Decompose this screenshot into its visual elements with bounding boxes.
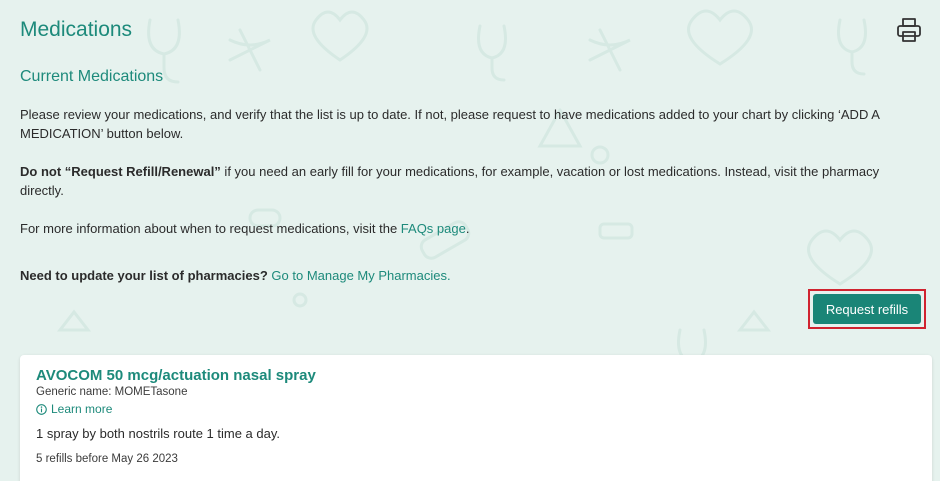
section-title: Current Medications bbox=[20, 68, 164, 85]
dosage-instructions: 1 spray by both nostrils route 1 time a … bbox=[36, 426, 280, 441]
page-title: Medications bbox=[20, 18, 133, 41]
medications-page: Medications Current Medications Please r… bbox=[0, 0, 940, 481]
more-info-suffix: . bbox=[465, 221, 470, 236]
generic-name: Generic name: MOMETasone bbox=[36, 386, 188, 398]
manage-pharmacies-link[interactable]: Go to Manage My Pharmacies. bbox=[271, 268, 450, 283]
medication-card: AVOCOM 50 mcg/actuation nasal spray Gene… bbox=[20, 355, 932, 481]
refills-remaining: 5 refills before May 26 2023 bbox=[36, 453, 178, 465]
request-refills-button[interactable]: Request refills bbox=[813, 294, 921, 324]
info-icon bbox=[36, 403, 47, 415]
printer-icon[interactable] bbox=[895, 16, 923, 44]
medication-name[interactable]: AVOCOM 50 mcg/actuation nasal spray bbox=[36, 367, 316, 384]
learn-more-link[interactable]: Learn more bbox=[36, 402, 112, 416]
review-instructions: Please review your medications, and veri… bbox=[20, 107, 880, 141]
learn-more-label: Learn more bbox=[51, 402, 113, 416]
more-info-text: For more information about when to reque… bbox=[20, 219, 925, 238]
refill-warning: Do not “Request Refill/Renewal” if you n… bbox=[20, 162, 925, 200]
refill-warning-bold: Do not “Request Refill/Renewal” bbox=[20, 164, 221, 179]
faqs-link[interactable]: FAQs page bbox=[401, 221, 466, 236]
pharmacy-question: Need to update your list of pharmacies? bbox=[20, 268, 268, 283]
pharmacy-update-text: Need to update your list of pharmacies? … bbox=[20, 266, 925, 285]
request-refills-highlight: Request refills bbox=[808, 289, 926, 329]
more-info-prefix: For more information about when to reque… bbox=[20, 221, 401, 236]
